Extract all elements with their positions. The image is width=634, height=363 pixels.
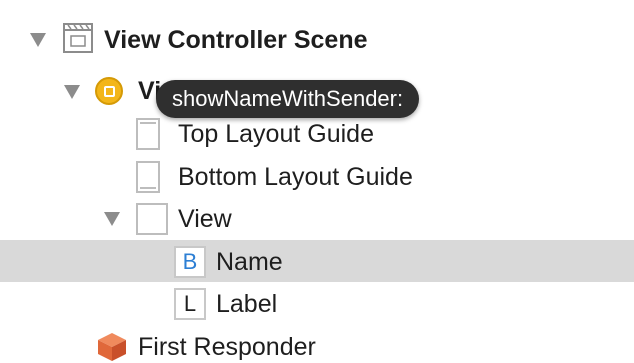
- bottom-layout-guide-icon: [136, 161, 160, 193]
- view-label: View: [178, 205, 232, 233]
- view-controller-icon: [95, 77, 123, 105]
- disclosure-triangle-view-controller[interactable]: [64, 85, 80, 99]
- label-label: Label: [216, 290, 278, 318]
- bottom-layout-guide-label: Bottom Layout Guide: [178, 163, 413, 191]
- name-button-label: Name: [216, 248, 283, 276]
- scene-label: View Controller Scene: [104, 26, 368, 54]
- button-icon: B: [174, 246, 206, 278]
- top-layout-guide-icon: [136, 118, 160, 150]
- cube-icon: [98, 333, 126, 361]
- view-icon: [136, 203, 168, 235]
- disclosure-triangle-view[interactable]: [104, 212, 120, 226]
- top-layout-guide-label: Top Layout Guide: [178, 120, 374, 148]
- action-tooltip: showNameWithSender:: [156, 80, 420, 118]
- scene-icon: [63, 23, 93, 53]
- disclosure-triangle-scene[interactable]: [30, 33, 46, 47]
- selection-highlight: [0, 240, 634, 282]
- label-icon: L: [174, 288, 206, 320]
- first-responder-label: First Responder: [138, 333, 316, 361]
